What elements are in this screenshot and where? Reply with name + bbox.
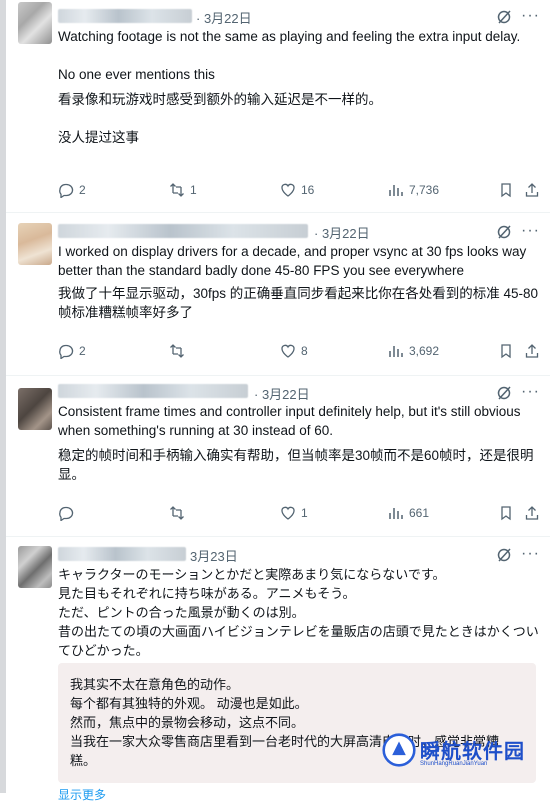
translation-line: 我其实不太在意角色的动作。 <box>70 677 240 692</box>
like-count: 1 <box>301 506 308 520</box>
reply-button[interactable] <box>58 505 79 521</box>
tweet-text: I worked on display drivers for a decade… <box>58 242 540 322</box>
tweet-text-line: I worked on display drivers for a decade… <box>58 244 527 278</box>
heart-icon <box>281 506 295 520</box>
tweet-text-line: 没人提过这事 <box>58 130 139 145</box>
avatar[interactable] <box>18 2 52 44</box>
tweet-actions: 1 661 <box>58 505 540 523</box>
repost-button[interactable] <box>169 343 190 359</box>
bookmark-icon[interactable] <box>498 505 514 521</box>
tweet-text-line: 我做了十年显示驱动，30fps 的正确垂直同步看起来比你在各处看到的标准 45-… <box>58 286 539 320</box>
author-name-blurred[interactable] <box>58 224 308 238</box>
tweet-text-line: 看录像和玩游戏时感受到额外的输入延迟是不一样的。 <box>58 92 382 107</box>
like-count: 16 <box>301 183 315 197</box>
share-icon[interactable] <box>524 505 540 521</box>
watermark-sub: ShunHangRuanJianYuan <box>420 761 488 767</box>
like-button[interactable]: 1 <box>280 505 308 521</box>
more-options-icon[interactable]: ··· <box>521 223 540 239</box>
reply-button[interactable]: 2 <box>58 182 86 198</box>
grok-icon[interactable] <box>496 9 512 25</box>
tweet-text: キャラクターのモーションとかだと実際あまり気にならないです。 見た目もそれぞれに… <box>58 565 540 660</box>
post-date[interactable]: · 3月22日 <box>314 223 370 242</box>
watermark-badge-icon <box>382 733 416 767</box>
repost-button[interactable] <box>169 505 190 521</box>
tweet-1[interactable]: · 3月22日 ··· Watching footage is not the … <box>6 0 550 213</box>
watermark-logo: 瞬航软件园 ShunHangRuanJianYuan <box>382 727 525 787</box>
tweet-actions: 2 1 16 7,736 <box>58 182 540 200</box>
tweet-2[interactable]: · 3月22日 ··· I worked on display drivers … <box>6 213 550 376</box>
views-icon <box>389 185 403 196</box>
like-button[interactable]: 16 <box>280 182 314 198</box>
tweet-text-line: 昔の出たての頃の大画面ハイビジョンテレビを量販店の店頭で見たときはかくついてひど… <box>58 624 539 658</box>
author-name-blurred[interactable] <box>58 9 192 23</box>
tweet-3[interactable]: · 3月22日 ··· Consistent frame times and c… <box>6 376 550 537</box>
tweet-text-line: 見た目もそれぞれに持ち味がある。アニメもそう。 <box>58 586 356 601</box>
avatar[interactable] <box>18 223 52 265</box>
post-date[interactable]: · 3月22日 <box>196 8 252 27</box>
avatar[interactable] <box>18 388 52 430</box>
more-options-icon[interactable]: ··· <box>521 546 540 562</box>
reply-button[interactable]: 2 <box>58 343 86 359</box>
post-date[interactable]: · 3月22日 <box>254 384 310 403</box>
share-icon[interactable] <box>524 343 540 359</box>
heart-icon <box>281 183 295 197</box>
repost-icon <box>170 183 184 197</box>
tweet-text-line: 稳定的帧时间和手柄输入确实有帮助，但当帧率是30帧而不是60帧时，还是很明显。 <box>58 448 534 482</box>
tweet-text-line: ただ、ピントの合った風景が動くのは別。 <box>58 605 305 620</box>
show-more-link[interactable]: 显示更多 <box>58 786 106 803</box>
views-icon <box>389 346 403 357</box>
tweet-actions: 2 8 3,692 <box>58 343 540 361</box>
reply-icon <box>59 344 74 359</box>
heart-icon <box>281 344 295 358</box>
avatar[interactable] <box>18 546 52 588</box>
watermark-brand: 瞬航软件园 <box>420 741 525 763</box>
reply-count: 2 <box>79 183 86 197</box>
tweet-text: Consistent frame times and controller in… <box>58 402 540 484</box>
tweet-text: Watching footage is not the same as play… <box>58 27 540 147</box>
views-button[interactable]: 3,692 <box>388 343 439 359</box>
grok-icon[interactable] <box>496 385 512 401</box>
reply-icon <box>59 183 74 198</box>
tweet-text-line: Consistent frame times and controller in… <box>58 404 521 438</box>
grok-icon[interactable] <box>496 224 512 240</box>
repost-icon <box>170 506 184 520</box>
reply-icon <box>59 506 74 521</box>
tweet-text-line: Watching footage is not the same as play… <box>58 29 521 44</box>
more-options-icon[interactable]: ··· <box>521 8 540 24</box>
more-options-icon[interactable]: ··· <box>521 384 540 400</box>
like-button[interactable]: 8 <box>280 343 308 359</box>
tweet-text-line: キャラクターのモーションとかだと実際あまり気にならないです。 <box>58 567 446 582</box>
views-button[interactable]: 7,736 <box>388 182 439 198</box>
views-count: 661 <box>409 506 430 520</box>
tweet-text-line: No one ever mentions this <box>58 67 215 82</box>
author-name-blurred[interactable] <box>58 384 248 398</box>
repost-count: 1 <box>190 183 197 197</box>
repost-icon <box>170 344 184 358</box>
author-name-blurred[interactable] <box>58 547 186 561</box>
bookmark-icon[interactable] <box>498 343 514 359</box>
like-count: 8 <box>301 344 308 358</box>
reply-count: 2 <box>79 344 86 358</box>
views-button[interactable]: 661 <box>388 505 429 521</box>
post-date[interactable]: 3月23日 <box>190 546 238 565</box>
share-icon[interactable] <box>524 182 540 198</box>
views-icon <box>389 508 403 519</box>
views-count: 3,692 <box>409 344 440 358</box>
translation-line: 每个都有其独特的外观。 动漫也是如此。 <box>70 696 308 711</box>
bookmark-icon[interactable] <box>498 182 514 198</box>
views-count: 7,736 <box>409 183 440 197</box>
grok-icon[interactable] <box>496 547 512 563</box>
repost-button[interactable]: 1 <box>169 182 197 198</box>
